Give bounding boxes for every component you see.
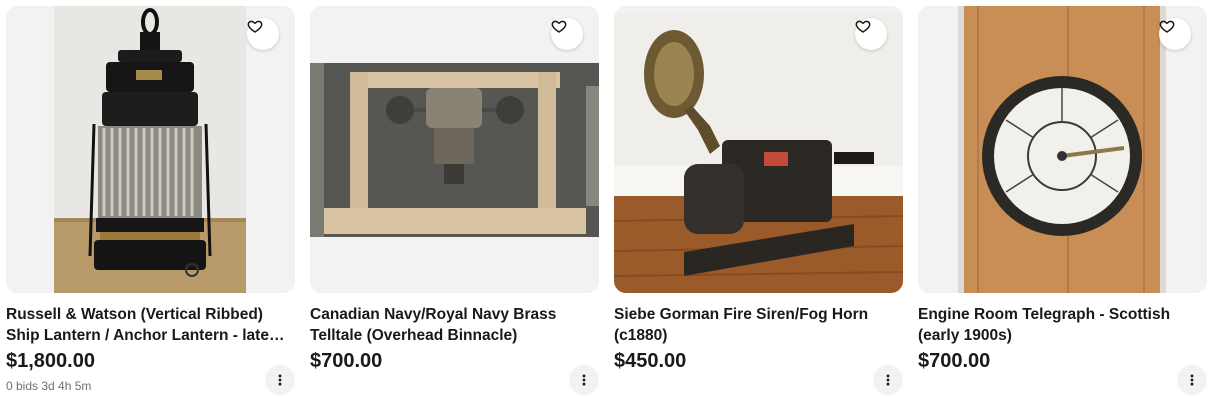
watch-button[interactable]	[247, 18, 279, 50]
listing-price: $700.00	[918, 350, 991, 372]
listing-bids-time: 0 bids 3d 4h 5m	[6, 379, 92, 393]
listing-card[interactable]: Siebe Gorman Fire Siren/Fog Horn (c1880)…	[614, 6, 903, 403]
heart-icon	[855, 20, 871, 33]
listing-price: $450.00	[614, 350, 687, 372]
more-options-button[interactable]	[265, 365, 295, 395]
listing-image[interactable]	[918, 6, 1207, 293]
heart-icon	[551, 20, 567, 33]
more-vertical-icon	[886, 374, 890, 386]
listing-image[interactable]	[310, 6, 599, 293]
watch-button[interactable]	[855, 18, 887, 50]
listing-card[interactable]: Engine Room Telegraph - Scottish (early …	[918, 6, 1207, 403]
more-options-button[interactable]	[873, 365, 903, 395]
heart-icon	[1159, 20, 1175, 33]
heart-icon	[247, 20, 263, 33]
more-options-button[interactable]	[569, 365, 599, 395]
listing-price: $1,800.00	[6, 350, 95, 372]
listing-card[interactable]: Russell & Watson (Vertical Ribbed) Ship …	[6, 6, 295, 403]
listing-title[interactable]: Russell & Watson (Vertical Ribbed) Ship …	[6, 304, 295, 346]
listing-grid: Russell & Watson (Vertical Ribbed) Ship …	[6, 6, 1207, 403]
listing-title[interactable]: Engine Room Telegraph - Scottish (early …	[918, 304, 1207, 346]
more-vertical-icon	[1190, 374, 1194, 386]
telltale-photo	[310, 6, 599, 293]
listing-title[interactable]: Canadian Navy/Royal Navy Brass Telltale …	[310, 304, 599, 346]
listing-title[interactable]: Siebe Gorman Fire Siren/Fog Horn (c1880)	[614, 304, 903, 346]
watch-button[interactable]	[1159, 18, 1191, 50]
listing-image[interactable]	[614, 6, 903, 293]
listing-image[interactable]	[6, 6, 295, 293]
watch-button[interactable]	[551, 18, 583, 50]
listing-price: $700.00	[310, 350, 383, 372]
more-options-button[interactable]	[1177, 365, 1207, 395]
lantern-photo	[6, 6, 295, 293]
telegraph-photo	[918, 6, 1207, 293]
more-vertical-icon	[278, 374, 282, 386]
listing-card[interactable]: Canadian Navy/Royal Navy Brass Telltale …	[310, 6, 599, 403]
foghorn-photo	[614, 6, 903, 293]
more-vertical-icon	[582, 374, 586, 386]
